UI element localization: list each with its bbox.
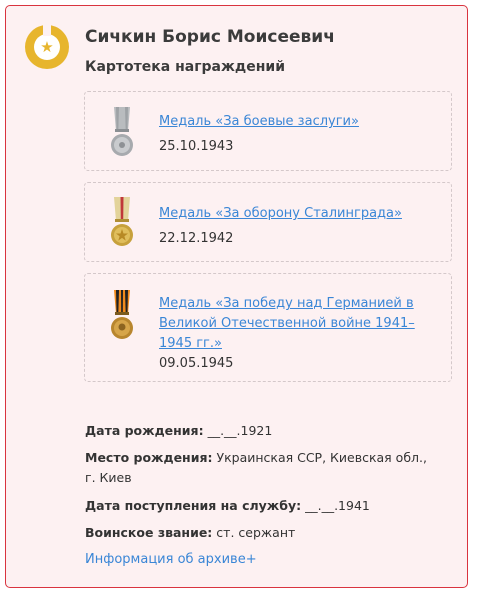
medal-victory-over-germany-icon bbox=[111, 290, 133, 339]
award-date: 22.12.1942 bbox=[159, 231, 234, 246]
birth-date-label: Дата рождения: bbox=[85, 423, 204, 438]
service-start-label: Дата поступления на службу: bbox=[85, 498, 302, 513]
award-link[interactable]: Медаль «За боевые заслуги» bbox=[159, 112, 421, 132]
award-badge-icon: ★ bbox=[25, 25, 69, 69]
person-name: Сичкин Борис Моисеевич bbox=[85, 27, 335, 47]
birth-date-value: __.__.1921 bbox=[207, 423, 273, 438]
service-start-value: __.__.1941 bbox=[305, 498, 370, 513]
rank-label: Воинское звание: bbox=[85, 525, 213, 540]
award-item: Медаль «За оборону Сталинграда» 22.12.19… bbox=[84, 182, 452, 262]
award-date: 25.10.1943 bbox=[159, 139, 234, 154]
medal-stalingrad-defense-icon bbox=[111, 197, 133, 246]
service-start-row: Дата поступления на службу: __.__.1941 bbox=[85, 496, 435, 516]
archive-info-link[interactable]: Информация об архиве+ bbox=[85, 550, 257, 570]
section-title: Картотека награждений bbox=[85, 59, 286, 75]
person-card: ★ Сичкин Борис Моисеевич Картотека награ… bbox=[5, 5, 468, 588]
birth-place-row: Место рождения: Украинская ССР, Киевская… bbox=[85, 448, 435, 488]
medal-combat-merit-icon bbox=[111, 107, 133, 156]
award-item: Медаль «За боевые заслуги» 25.10.1943 bbox=[84, 91, 452, 171]
award-link[interactable]: Медаль «За победу над Германией в Велико… bbox=[159, 294, 421, 354]
birth-date-row: Дата рождения: __.__.1921 bbox=[85, 421, 435, 441]
award-item: Медаль «За победу над Германией в Велико… bbox=[84, 273, 452, 382]
rank-row: Воинское звание: ст. сержант bbox=[85, 523, 435, 543]
rank-value: ст. сержант bbox=[216, 525, 296, 540]
birth-place-label: Место рождения: bbox=[85, 450, 213, 465]
award-date: 09.05.1945 bbox=[159, 356, 234, 371]
award-link[interactable]: Медаль «За оборону Сталинграда» bbox=[159, 204, 421, 224]
